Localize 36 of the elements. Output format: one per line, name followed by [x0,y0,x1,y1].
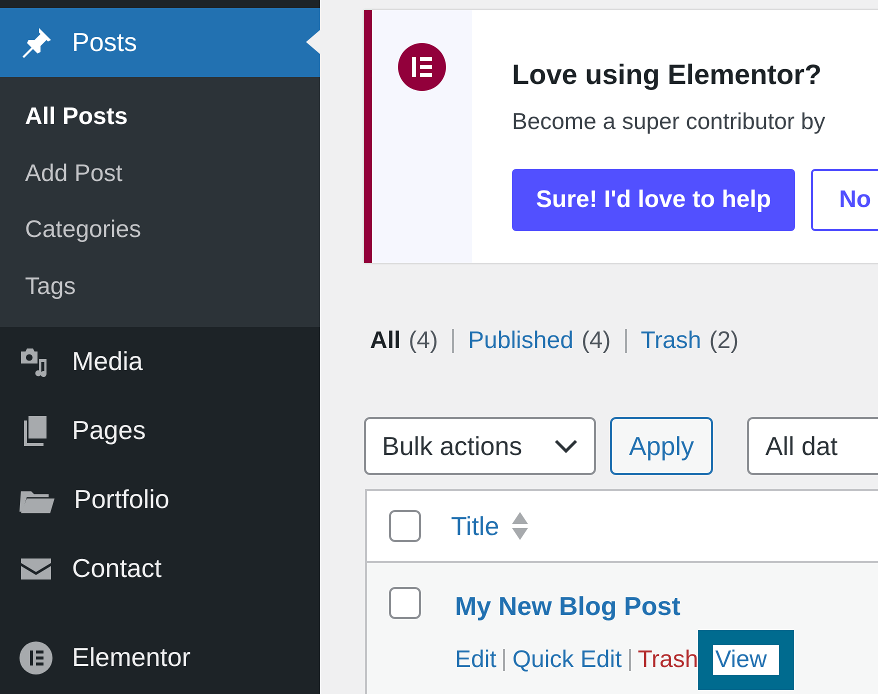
help-button[interactable]: Sure! I'd love to help [512,168,796,230]
bulk-actions-select[interactable]: Bulk actions [364,417,596,475]
submenu-item[interactable]: Add Post [0,146,320,202]
current-pointer-icon [306,30,320,54]
row-action-link[interactable]: View [698,630,794,690]
sidebar-item[interactable]: Pages [0,396,320,465]
submenu-item[interactable]: Tags [0,258,320,315]
sidebar-item[interactable]: Elementor [0,623,320,692]
checkbox[interactable] [389,587,421,619]
status-filter-link[interactable]: Trash [640,323,702,359]
filter-count: (2) [709,326,739,356]
checkbox[interactable] [389,510,421,542]
notice-title: Love using Elementor? [512,58,823,92]
filter-count: (4) [581,326,611,356]
row-action-link[interactable]: Edit [455,642,496,678]
notice-text: Become a super contributor by [512,107,826,136]
date-filter-select[interactable]: All dat [747,417,878,475]
elementor-logo-icon [398,43,446,91]
chevron-down-icon [554,439,578,453]
sidebar-item[interactable]: Portfolio [0,465,320,534]
sidebar-item[interactable]: Posts [0,8,320,77]
apply-button[interactable]: Apply [610,417,714,475]
filter-count: (4) [408,326,438,356]
post-title-link[interactable]: My New Blog Post [455,587,794,626]
status-filter-link[interactable]: All [370,323,401,359]
submenu-item[interactable]: All Posts [0,89,320,146]
decline-button[interactable]: No [811,168,878,230]
sort-arrows-icon [511,511,530,541]
row-action-link[interactable]: Trash [638,642,698,678]
status-filter-link[interactable]: Published [468,323,574,359]
column-header-link[interactable]: Title [451,506,500,546]
sidebar-item[interactable]: Contact [0,534,320,603]
sidebar-item[interactable]: Media [0,327,320,396]
submenu-item[interactable]: Categories [0,202,320,258]
elementor-logo-icon [18,640,54,676]
row-action-link[interactable]: Quick Edit [512,642,622,678]
